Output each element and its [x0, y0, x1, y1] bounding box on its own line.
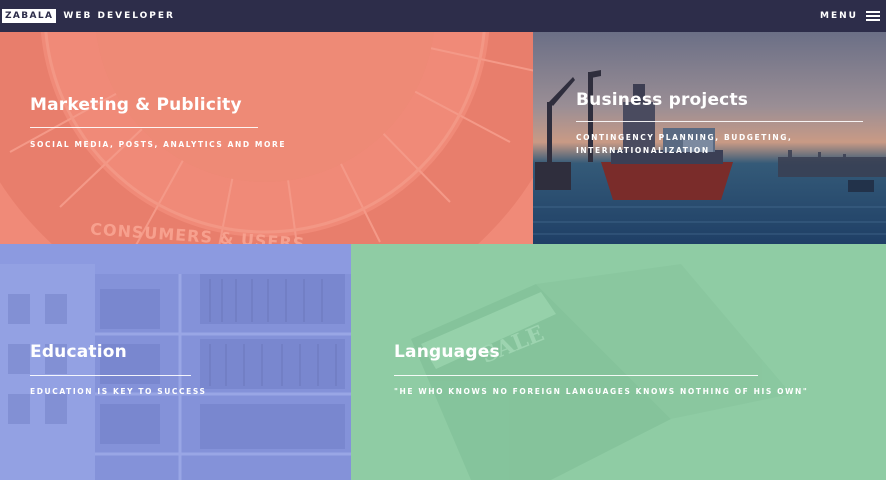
tile-marketing-publicity[interactable]: CONSUMERS & USERS Marketing & Publicity …: [0, 32, 533, 244]
tile-subtitle: "HE WHO KNOWS NO FOREIGN LANGUAGES KNOWS…: [394, 387, 809, 396]
tile-education[interactable]: Education EDUCATION IS KEY TO SUCCESS: [0, 244, 351, 480]
wheel-caption: CONSUMERS & USERS: [90, 219, 306, 244]
menu-button[interactable]: MENU: [820, 0, 880, 32]
tile-subtitle: EDUCATION IS KEY TO SUCCESS: [30, 387, 207, 396]
site-tagline: WEB DEVELOPER: [63, 11, 175, 21]
title-divider: [30, 375, 191, 376]
book-background: SALE: [411, 264, 791, 480]
site-logo[interactable]: ZABALA: [2, 9, 57, 23]
library-shelves-background: [0, 264, 351, 480]
tile-subtitle: CONTINGENCY PLANNING, BUDGETING, INTERNA…: [576, 133, 793, 155]
tile-title: Marketing & Publicity: [30, 95, 242, 115]
tile-title: Languages: [394, 342, 500, 362]
tile-languages[interactable]: SALE Languages "HE WHO KNOWS NO FOREIGN …: [351, 244, 886, 480]
tile-title: Business projects: [576, 90, 749, 110]
title-divider: [576, 121, 863, 122]
tile-business-projects[interactable]: Business projects CONTINGENCY PLANNING, …: [533, 32, 886, 244]
top-navigation-bar: ZABALA WEB DEVELOPER MENU: [0, 0, 886, 32]
tile-title: Education: [30, 342, 127, 362]
title-divider: [30, 127, 258, 128]
title-divider: [394, 375, 758, 376]
hamburger-icon: [866, 11, 880, 21]
tile-subtitle: SOCIAL MEDIA, POSTS, ANALYTICS AND MORE: [30, 140, 287, 149]
menu-label: MENU: [820, 11, 858, 21]
